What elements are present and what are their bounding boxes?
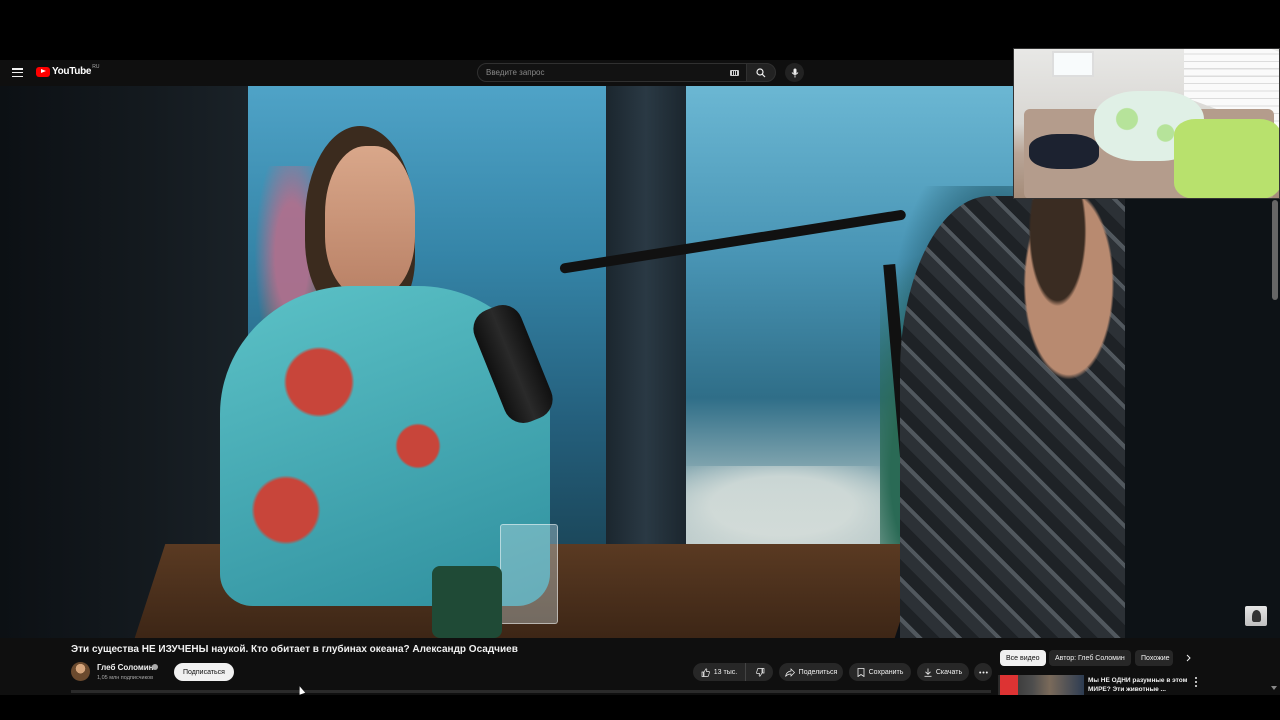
page-progress-track bbox=[71, 690, 991, 693]
chips-next-button[interactable] bbox=[1182, 652, 1194, 664]
like-button[interactable]: 13 тыс. bbox=[693, 663, 746, 681]
chevron-right-icon bbox=[1186, 654, 1191, 662]
studio-pillar bbox=[606, 86, 686, 566]
channel-avatar[interactable] bbox=[71, 662, 90, 681]
subscriber-count: 1,05 млн подписчиков bbox=[97, 675, 154, 681]
channel-name[interactable]: Глеб Соломин bbox=[97, 663, 154, 672]
mug bbox=[432, 566, 502, 638]
bookmark-icon bbox=[857, 667, 864, 677]
recommended-more-icon[interactable] bbox=[1192, 676, 1200, 688]
download-button[interactable]: Скачать bbox=[917, 663, 969, 681]
water-glass bbox=[500, 524, 558, 624]
logo-text: YouTube bbox=[52, 66, 92, 77]
download-label: Скачать bbox=[935, 668, 963, 676]
thumbs-up-icon bbox=[701, 667, 710, 677]
share-button[interactable]: Поделиться bbox=[779, 663, 843, 681]
studio-wall-right bbox=[1125, 196, 1280, 638]
recommended-video-title[interactable]: Мы НЕ ОДНИ разумные в этом МИРЕ? Эти жив… bbox=[1088, 676, 1188, 694]
share-label: Поделиться bbox=[798, 668, 838, 676]
webcam-overlay bbox=[1013, 48, 1280, 199]
dislike-button[interactable] bbox=[747, 663, 773, 681]
share-icon bbox=[784, 667, 795, 677]
bottom-letterbox bbox=[0, 695, 1280, 720]
thumbs-down-icon bbox=[755, 667, 764, 677]
pip-window bbox=[1052, 51, 1094, 77]
voice-search-button[interactable] bbox=[785, 63, 804, 82]
user-avatar[interactable] bbox=[1245, 606, 1267, 626]
menu-icon[interactable] bbox=[12, 68, 23, 77]
verified-icon bbox=[152, 664, 158, 670]
keyboard-icon[interactable] bbox=[730, 70, 739, 76]
mic-icon bbox=[791, 68, 798, 77]
like-dislike-group: 13 тыс. bbox=[693, 663, 773, 681]
like-count: 13 тыс. bbox=[713, 668, 738, 676]
subscribe-button[interactable]: Подписаться bbox=[174, 663, 234, 681]
chip-all-videos[interactable]: Все видео bbox=[1000, 650, 1046, 666]
scroll-down-arrow-icon[interactable] bbox=[1271, 686, 1277, 690]
more-actions-button[interactable] bbox=[974, 663, 992, 681]
pip-clothes bbox=[1029, 134, 1099, 169]
logo-region: RU bbox=[92, 63, 100, 70]
chip-author[interactable]: Автор: Глеб Соломин bbox=[1049, 650, 1131, 666]
search-box bbox=[477, 63, 747, 82]
search-input[interactable] bbox=[486, 68, 716, 77]
guest-head bbox=[325, 146, 415, 296]
youtube-logo[interactable]: YouTube RU bbox=[36, 63, 100, 77]
pip-sheet bbox=[1174, 119, 1279, 198]
more-horizontal-icon bbox=[978, 671, 988, 673]
search-icon bbox=[756, 67, 766, 77]
save-button[interactable]: Сохранить bbox=[849, 663, 911, 681]
download-icon bbox=[924, 668, 932, 677]
youtube-logo-icon bbox=[36, 66, 50, 77]
chip-similar[interactable]: Похожие bbox=[1135, 650, 1173, 666]
page-scrollbar[interactable] bbox=[1272, 200, 1278, 300]
video-title: Эти существа НЕ ИЗУЧЕНЫ наукой. Кто обит… bbox=[71, 644, 518, 655]
save-label: Сохранить bbox=[868, 668, 904, 676]
recommended-video-thumbnail[interactable] bbox=[998, 675, 1084, 695]
host-person bbox=[900, 196, 1125, 638]
search-button[interactable] bbox=[746, 63, 776, 82]
